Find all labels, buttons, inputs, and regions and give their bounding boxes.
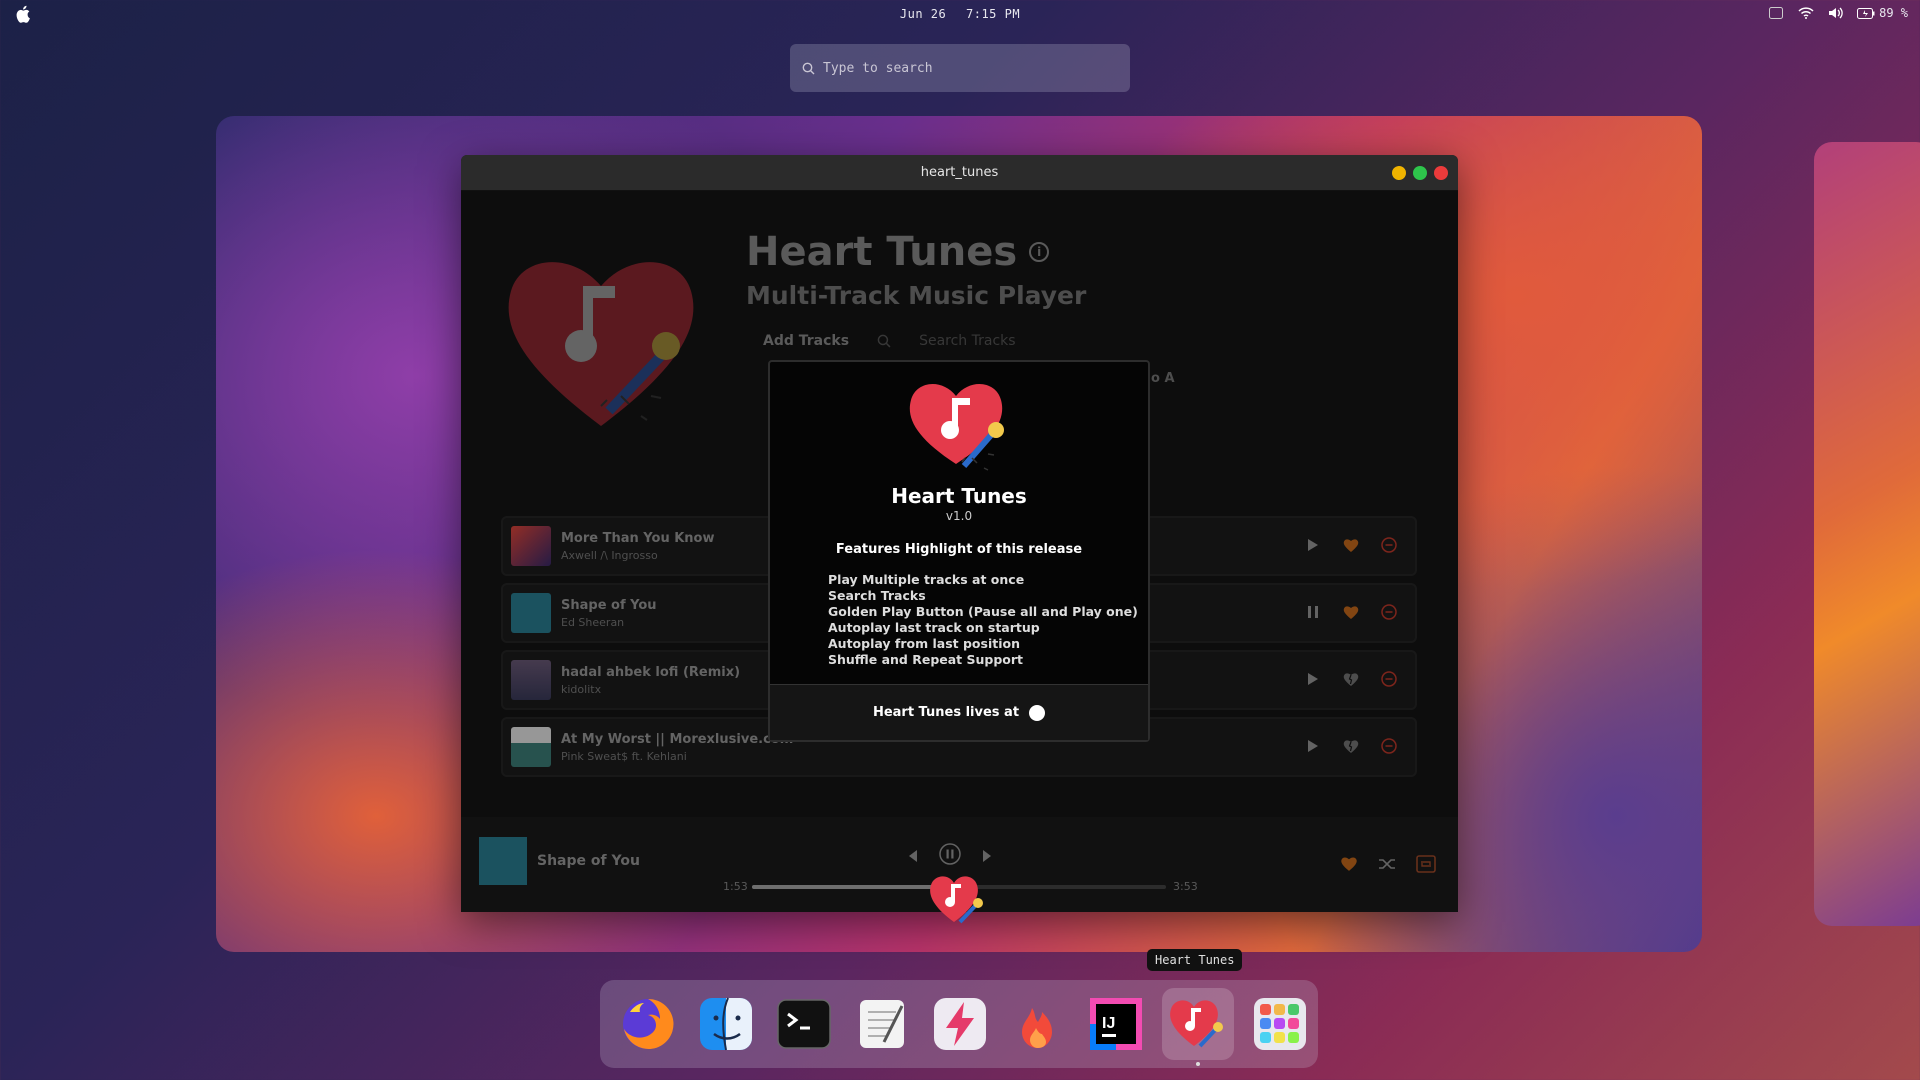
terminal-icon[interactable] [772, 992, 836, 1056]
maximize-button[interactable] [1413, 166, 1427, 180]
battery-label: 89 % [1879, 6, 1908, 20]
wifi-icon[interactable] [1797, 5, 1815, 21]
battery-indicator[interactable]: 89 % [1857, 6, 1908, 20]
intellij-icon[interactable]: IJ [1084, 992, 1148, 1056]
feature-item: Play Multiple tracks at once [828, 572, 1025, 587]
dock: IJ [600, 980, 1318, 1068]
features-heading: Features Highlight of this release [835, 542, 1083, 557]
date-label: Jun 26 [899, 7, 947, 21]
feature-item: Search Tracks [828, 588, 926, 603]
finder-icon[interactable] [694, 992, 758, 1056]
feature-item: Shuffle and Repeat Support [828, 652, 1024, 667]
dock-tooltip: Heart Tunes [1147, 949, 1243, 971]
close-button[interactable] [1434, 166, 1448, 180]
minimize-button[interactable] [1392, 166, 1406, 180]
svg-text:IJ: IJ [1102, 1015, 1115, 1032]
launchpad-icon[interactable] [1248, 992, 1312, 1056]
window-title: heart_tunes [920, 165, 999, 180]
search-bar[interactable]: Type to search [790, 44, 1130, 92]
feature-item: Autoplay last track on startup [828, 620, 1040, 635]
features-list: Play Multiple tracks at once Search Trac… [828, 572, 1138, 668]
window-titlebar[interactable]: heart_tunes [461, 155, 1458, 191]
heart-tunes-logo-icon [909, 384, 1004, 471]
feature-item: Golden Play Button (Pause all and Play o… [828, 604, 1138, 619]
heart-tunes-icon[interactable] [1162, 988, 1234, 1066]
github-icon[interactable] [1029, 704, 1046, 721]
battery-icon [1857, 7, 1875, 19]
flame-app-icon[interactable] [1006, 992, 1070, 1056]
time-label: 7:15 PM [966, 7, 1021, 21]
search-icon [802, 62, 815, 74]
terminal-tray-icon[interactable] [1767, 5, 1785, 21]
workspace-preview-next[interactable] [1814, 142, 1920, 926]
about-footer: Heart Tunes lives at [770, 684, 1148, 740]
about-footer-text: Heart Tunes lives at [872, 705, 1020, 720]
feature-item: Autoplay from last position [828, 636, 1020, 651]
firefox-icon[interactable] [616, 992, 680, 1056]
search-placeholder: Type to search [823, 60, 933, 76]
about-dialog: Heart Tunes v1.0 Features Highlight of t… [768, 360, 1150, 742]
heart-tunes-drag-icon [930, 876, 983, 924]
about-version: v1.0 [945, 509, 973, 523]
top-bar: Jun 26 7:15 PM 89 % [0, 0, 1920, 28]
running-indicator [1196, 1062, 1200, 1066]
about-title: Heart Tunes [891, 484, 1027, 508]
volume-icon[interactable] [1827, 5, 1845, 21]
text-editor-icon[interactable] [850, 992, 914, 1056]
system-tray: 89 % [1767, 5, 1908, 21]
clock[interactable]: Jun 26 7:15 PM [0, 7, 1920, 21]
bolt-app-icon[interactable] [928, 992, 992, 1056]
